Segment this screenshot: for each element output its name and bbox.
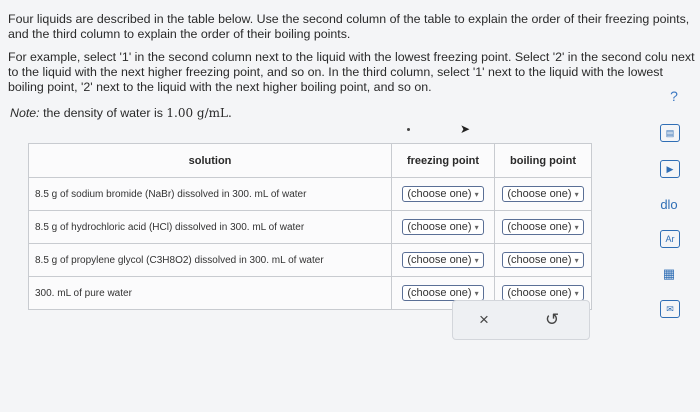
header-solution: solution — [28, 143, 392, 178]
chevron-down-icon: ▾ — [574, 223, 579, 232]
chevron-down-icon: ▾ — [574, 256, 579, 265]
calculator-icon[interactable]: ▤ — [660, 124, 680, 142]
boiling-point-select[interactable]: (choose one) ▾ — [502, 219, 584, 235]
instructions-paragraph-2: For example, select '1' in the second co… — [8, 50, 695, 94]
header-freezing-point: freezing point — [391, 143, 495, 178]
liquids-table: solution freezing point boiling point 8.… — [28, 143, 592, 310]
freezing-point-select[interactable]: (choose one) ▾ — [402, 186, 484, 202]
freezing-point-select[interactable]: (choose one) ▾ — [402, 219, 484, 235]
periodic-table-icon[interactable]: Ar — [660, 230, 680, 248]
solution-cell: 8.5 g of sodium bromide (NaBr) dissolved… — [28, 177, 392, 211]
chevron-down-icon: ▾ — [574, 289, 579, 298]
density-note: Note: the density of water is 1.00 g/mL. — [10, 106, 232, 120]
note-label: Note: — [10, 106, 40, 120]
freezing-point-select[interactable]: (choose one) ▾ — [402, 285, 484, 301]
chevron-down-icon: ▾ — [474, 289, 479, 298]
question-instructions: Four liquids are described in the table … — [8, 12, 698, 103]
decorative-dot — [407, 128, 410, 131]
table-row: 8.5 g of hydrochloric acid (HCl) dissolv… — [28, 210, 592, 244]
video-icon[interactable]: ▶ — [660, 160, 680, 178]
undo-button[interactable]: ↺ — [545, 310, 559, 330]
note-value: 1.00 g/mL. — [166, 106, 232, 120]
tool-sidebar: ▤ ▶ dlo Ar ▦ ✉ — [660, 124, 682, 336]
answer-action-bar: × ↺ — [452, 300, 590, 340]
table-row: 8.5 g of sodium bromide (NaBr) dissolved… — [28, 177, 592, 211]
chevron-down-icon: ▾ — [474, 256, 479, 265]
mouse-cursor-icon: ➤ — [460, 122, 471, 136]
table-row: 8.5 g of propylene glycol (C3H8O2) disso… — [28, 243, 592, 277]
chevron-down-icon: ▾ — [574, 190, 579, 199]
solution-cell: 300. mL of pure water — [28, 276, 392, 310]
boiling-point-select[interactable]: (choose one) ▾ — [502, 252, 584, 268]
mail-icon[interactable]: ✉ — [660, 300, 680, 318]
instructions-paragraph-1: Four liquids are described in the table … — [8, 12, 690, 41]
data-table-icon[interactable]: ▦ — [660, 266, 678, 282]
header-boiling-point: boiling point — [494, 143, 592, 178]
solution-cell: 8.5 g of propylene glycol (C3H8O2) disso… — [28, 243, 392, 277]
clear-answer-button[interactable]: × — [479, 310, 489, 330]
boiling-point-select[interactable]: (choose one) ▾ — [502, 285, 584, 301]
boiling-point-select[interactable]: (choose one) ▾ — [502, 186, 584, 202]
solution-cell: 8.5 g of hydrochloric acid (HCl) dissolv… — [28, 210, 392, 244]
chevron-down-icon: ▾ — [474, 190, 479, 199]
help-icon[interactable]: ? — [666, 88, 682, 104]
note-text: the density of water is — [43, 106, 163, 120]
table-header-row: solution freezing point boiling point — [28, 143, 592, 178]
chevron-down-icon: ▾ — [474, 223, 479, 232]
freezing-point-select[interactable]: (choose one) ▾ — [402, 252, 484, 268]
chart-icon[interactable]: dlo — [660, 196, 678, 212]
